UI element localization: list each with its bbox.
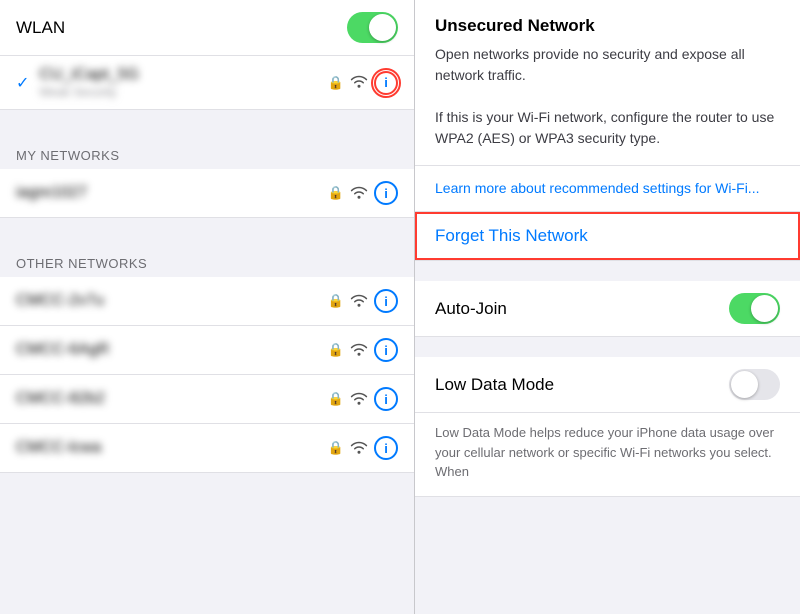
right-panel: Unsecured Network Open networks provide … bbox=[415, 0, 800, 614]
security-title: Unsecured Network bbox=[435, 16, 780, 36]
network-icons: 🔒 i bbox=[328, 387, 398, 411]
info-button[interactable]: i bbox=[374, 289, 398, 313]
wlan-toggle[interactable] bbox=[347, 12, 398, 43]
security-warning-section: Unsecured Network Open networks provide … bbox=[415, 0, 800, 166]
learn-more-section: Learn more about recommended settings fo… bbox=[415, 166, 800, 212]
spacer-right-1 bbox=[415, 261, 800, 281]
info-button[interactable]: i bbox=[374, 436, 398, 460]
wifi-icon bbox=[350, 391, 368, 408]
learn-more-link[interactable]: Learn more about recommended settings fo… bbox=[435, 180, 759, 196]
auto-join-row: Auto-Join bbox=[415, 281, 800, 337]
network-icons: 🔒 i bbox=[328, 289, 398, 313]
security-description: Open networks provide no security and ex… bbox=[435, 44, 780, 149]
network-icons: 🔒 i bbox=[328, 436, 398, 460]
spacer-1 bbox=[0, 110, 414, 130]
spacer-2 bbox=[0, 218, 414, 238]
info-button[interactable]: i bbox=[374, 338, 398, 362]
checkmark-icon: ✓ bbox=[16, 73, 29, 93]
wlan-label: WLAN bbox=[16, 18, 65, 38]
list-item[interactable]: CMCC-2v7u 🔒 i bbox=[0, 277, 414, 326]
spacer-right-2 bbox=[415, 337, 800, 357]
network-icons: 🔒 i bbox=[328, 338, 398, 362]
network-name: iagre1027 bbox=[16, 184, 328, 202]
auto-join-toggle[interactable] bbox=[729, 293, 780, 324]
other-networks-header: OTHER NETWORKS bbox=[0, 238, 414, 277]
wifi-icon bbox=[350, 185, 368, 202]
connected-network-row[interactable]: ✓ CU_iCapt_5G Weak Security 🔒 i bbox=[0, 56, 414, 110]
wifi-icon bbox=[350, 74, 368, 91]
network-name: CMCC-6AgR bbox=[16, 341, 328, 359]
low-data-label: Low Data Mode bbox=[435, 375, 554, 395]
network-icons: 🔒 i bbox=[328, 181, 398, 205]
connected-network-icons: 🔒 i bbox=[328, 71, 398, 95]
auto-join-toggle-knob bbox=[751, 295, 778, 322]
list-item[interactable]: CMCC-lcwa 🔒 i bbox=[0, 424, 414, 473]
my-networks-header: MY NETWORKS bbox=[0, 130, 414, 169]
info-button[interactable]: i bbox=[374, 387, 398, 411]
low-data-mode-row: Low Data Mode bbox=[415, 357, 800, 413]
toggle-knob bbox=[369, 14, 396, 41]
wlan-row: WLAN bbox=[0, 0, 414, 56]
wifi-icon bbox=[350, 440, 368, 457]
low-data-description: Low Data Mode helps reduce your iPhone d… bbox=[415, 413, 800, 497]
forget-network-button[interactable]: Forget This Network bbox=[415, 212, 800, 260]
left-panel: WLAN ✓ CU_iCapt_5G Weak Security 🔒 i bbox=[0, 0, 415, 614]
auto-join-label: Auto-Join bbox=[435, 299, 507, 319]
lock-icon: 🔒 bbox=[328, 440, 344, 456]
low-data-toggle[interactable] bbox=[729, 369, 780, 400]
list-item[interactable]: CMCC-6AgR 🔒 i bbox=[0, 326, 414, 375]
connected-network-name: CU_iCapt_5G Weak Security bbox=[39, 66, 327, 99]
lock-icon: 🔒 bbox=[328, 391, 344, 407]
info-button-connected[interactable]: i bbox=[374, 71, 398, 95]
network-name: CMCC-2v7u bbox=[16, 292, 328, 310]
network-name: CMCC-lcwa bbox=[16, 439, 328, 457]
lock-icon: 🔒 bbox=[328, 185, 344, 201]
lock-icon: 🔒 bbox=[328, 293, 344, 309]
lock-icon: 🔒 bbox=[328, 342, 344, 358]
other-networks-list: CMCC-2v7u 🔒 i CMCC-6AgR 🔒 bbox=[0, 277, 414, 473]
low-data-toggle-knob bbox=[731, 371, 758, 398]
my-networks-list: iagre1027 🔒 i bbox=[0, 169, 414, 218]
wifi-icon bbox=[350, 293, 368, 310]
network-name: CMCC-82b2 bbox=[16, 390, 328, 408]
wifi-icon bbox=[350, 342, 368, 359]
info-button[interactable]: i bbox=[374, 181, 398, 205]
list-item[interactable]: CMCC-82b2 🔒 i bbox=[0, 375, 414, 424]
lock-icon: 🔒 bbox=[328, 75, 344, 91]
list-item[interactable]: iagre1027 🔒 i bbox=[0, 169, 414, 218]
forget-network-section: Forget This Network bbox=[415, 212, 800, 261]
